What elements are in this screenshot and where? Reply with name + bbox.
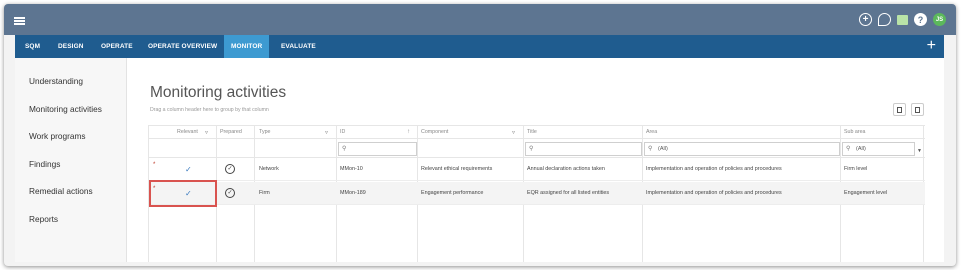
subarea-filter-select[interactable]: ⚲ (All) ▼ (842, 142, 922, 156)
header-type[interactable]: Type (259, 129, 270, 135)
cell-component: Engagement performance (421, 190, 484, 196)
header-title[interactable]: Title (527, 129, 537, 135)
add-plus-icon[interactable]: + (927, 38, 936, 54)
sidebar-item-reports[interactable]: Reports (29, 214, 58, 224)
copy-icon[interactable] (911, 103, 924, 116)
export-icon[interactable] (893, 103, 906, 116)
id-filter-input[interactable]: ⚲ (338, 142, 417, 156)
filter-icon[interactable]: ▿ (512, 129, 515, 136)
grid-header-row: Relevant ▿ Prepared Type ▿ ID ↑ Componen… (149, 125, 925, 139)
main-content: Monitoring activities Drag a column head… (127, 58, 944, 262)
top-bar: + ? JS (4, 4, 956, 35)
cell-sub-area: Firm level (844, 166, 868, 172)
notes-icon[interactable] (897, 14, 908, 25)
activities-grid: Relevant ▿ Prepared Type ▿ ID ↑ Componen… (148, 125, 925, 262)
sidebar-item-work-programs[interactable]: Work programs (29, 131, 86, 141)
filter-icon[interactable]: ▿ (205, 129, 208, 136)
header-component[interactable]: Component (421, 129, 448, 135)
search-icon: ⚲ (529, 146, 534, 152)
cell-id[interactable]: MMon-10 (340, 166, 363, 172)
cell-id[interactable]: MMon-189 (340, 190, 366, 196)
help-icon[interactable]: ? (914, 13, 927, 26)
title-filter-input[interactable]: ⚲ (525, 142, 642, 156)
cell-area: Implementation and operation of policies… (646, 190, 782, 196)
nav-design[interactable]: DESIGN (58, 35, 84, 58)
chat-icon[interactable] (878, 13, 891, 26)
cell-sub-area: Engagement level (844, 190, 888, 196)
add-circle-icon[interactable]: + (859, 13, 872, 26)
prepared-check-icon[interactable]: ✓ (225, 164, 235, 174)
prepared-check-icon[interactable]: ✓ (225, 188, 235, 198)
area-filter-select[interactable]: ⚲ (All) ▼ (644, 142, 847, 156)
search-icon: ⚲ (648, 146, 653, 152)
relevant-check-icon[interactable]: ✓ (185, 165, 192, 174)
cell-type: Firm (259, 190, 270, 196)
area-filter-value: (All) (658, 146, 668, 152)
chevron-down-icon[interactable]: ▼ (917, 148, 922, 154)
subarea-filter-value: (All) (856, 146, 866, 152)
required-marker: * (153, 162, 156, 168)
header-prepared[interactable]: Prepared (220, 129, 242, 135)
sidebar-item-findings[interactable]: Findings (29, 159, 60, 169)
highlight-box (149, 180, 217, 207)
sidebar: Understanding Monitoring activities Work… (15, 58, 127, 262)
sidebar-item-monitoring-activities[interactable]: Monitoring activities (29, 104, 102, 114)
search-icon: ⚲ (342, 146, 347, 152)
sidebar-item-remedial-actions[interactable]: Remedial actions (29, 186, 93, 196)
table-row[interactable]: * ✓ ✓ Network MMon-10 Relevant ethical r… (149, 158, 925, 181)
header-area[interactable]: Area (646, 129, 657, 135)
cell-area: Implementation and operation of policies… (646, 166, 782, 172)
group-by-hint[interactable]: Drag a column header here to group by th… (150, 107, 269, 113)
nav-sqm[interactable]: SQM (25, 35, 40, 58)
page-title: Monitoring activities (150, 84, 287, 101)
cell-component: Relevant ethical requirements (421, 166, 493, 172)
main-navbar: SQM DESIGN OPERATE OPERATE OVERVIEW MONI… (15, 35, 944, 58)
search-icon: ⚲ (846, 146, 851, 152)
filter-icon[interactable]: ▿ (325, 129, 328, 136)
table-row[interactable]: * ✓ ✓ Firm MMon-189 Engagement performan… (149, 182, 925, 205)
sidebar-item-understanding[interactable]: Understanding (29, 76, 83, 86)
cell-type: Network (259, 166, 279, 172)
nav-evaluate[interactable]: EVALUATE (281, 35, 316, 58)
nav-operate-overview[interactable]: OPERATE OVERVIEW (148, 35, 217, 58)
cell-title: EQR assigned for all listed entities (527, 190, 610, 196)
header-sub-area[interactable]: Sub area (844, 129, 866, 135)
hamburger-menu-icon[interactable] (14, 17, 25, 25)
header-relevant[interactable]: Relevant (177, 129, 198, 135)
user-avatar-icon[interactable]: JS (933, 13, 946, 26)
nav-operate[interactable]: OPERATE (101, 35, 133, 58)
nav-monitor[interactable]: MONITOR (224, 35, 270, 58)
top-bar-icons: + ? JS (859, 13, 946, 26)
header-id[interactable]: ID (340, 129, 345, 135)
sort-ascending-icon[interactable]: ↑ (407, 129, 410, 135)
cell-title: Annual declaration actions taken (527, 166, 605, 172)
app-window: + ? JS SQM DESIGN OPERATE OPERATE OVERVI… (4, 4, 956, 266)
